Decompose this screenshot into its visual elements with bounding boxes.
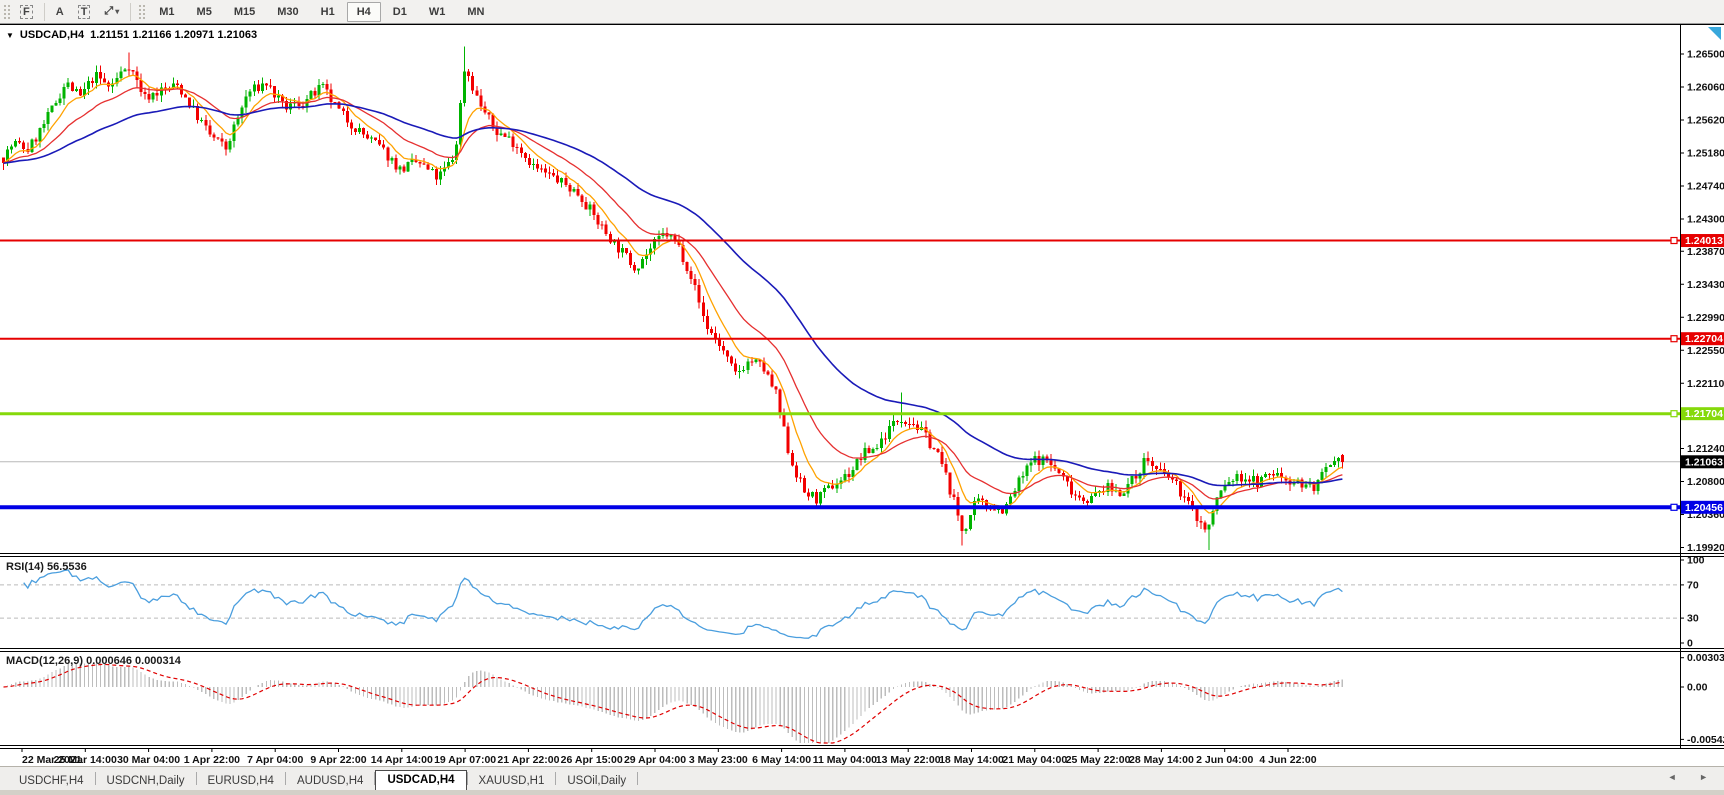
toolbar-drag-handle[interactable] bbox=[138, 4, 145, 20]
date-tick-label: 14 Apr 14:00 bbox=[371, 754, 433, 766]
price-tick-label: 1.25180 bbox=[1687, 148, 1724, 160]
bottom-strip bbox=[0, 790, 1724, 795]
text-t-glyph: T bbox=[78, 5, 91, 19]
price-tick-label: 1.26500 bbox=[1687, 49, 1724, 61]
text-a-glyph: A bbox=[56, 6, 64, 18]
chart-title[interactable]: ▼ USDCAD,H4 1.21151 1.21166 1.20971 1.21… bbox=[6, 29, 257, 41]
hline-anchor bbox=[1671, 504, 1677, 510]
date-tick-label: 3 May 23:00 bbox=[689, 754, 748, 766]
chart-window: 1.26500 1.26060 1.25620 1.25180 1.24740 1.243… bbox=[0, 24, 1724, 766]
date-tick-label: 2 Jun 04:00 bbox=[1196, 754, 1253, 766]
timeframe-button-m5[interactable]: M5 bbox=[187, 2, 222, 22]
tab-scroll-left-icon[interactable]: ◄ bbox=[1668, 772, 1687, 782]
chart-scroll-marker-icon[interactable] bbox=[1708, 27, 1721, 40]
date-tick-label: 26 Apr 15:00 bbox=[561, 754, 623, 766]
rsi-tick-label: 70 bbox=[1687, 579, 1699, 591]
date-tick-label: 7 Apr 04:00 bbox=[247, 754, 303, 766]
hline-anchor bbox=[1671, 238, 1677, 244]
hline-price-label-text: 1.24013 bbox=[1685, 235, 1723, 247]
price-tick-label: 1.26060 bbox=[1687, 82, 1724, 94]
timeframe-button-d1[interactable]: D1 bbox=[383, 2, 417, 22]
macd-tick-label: 0.00 bbox=[1687, 682, 1708, 694]
macd-indicator-label: MACD(12,26,9) 0.000646 0.000314 bbox=[6, 655, 181, 667]
toolbar-separator bbox=[44, 3, 45, 21]
date-tick-label: 30 Mar 04:00 bbox=[117, 754, 180, 766]
symbol-tab-xauusd[interactable]: XAUUSD,H1 bbox=[468, 772, 556, 791]
timeframe-button-m15[interactable]: M15 bbox=[224, 2, 265, 22]
hline-price-label-text: 1.22704 bbox=[1685, 333, 1723, 345]
text-a-icon[interactable]: A bbox=[50, 3, 70, 21]
timeframe-button-h1[interactable]: H1 bbox=[311, 2, 345, 22]
date-tick-label: 1 Apr 22:00 bbox=[184, 754, 240, 766]
hline-price-label-text: 1.20456 bbox=[1685, 502, 1723, 514]
chart-dropdown-icon[interactable]: ▼ bbox=[6, 31, 14, 40]
hline-price-label-text: 1.21704 bbox=[1685, 408, 1723, 420]
timeframe-button-m30[interactable]: M30 bbox=[267, 2, 308, 22]
chart-f-glyph: F bbox=[20, 5, 33, 19]
symbol-tab-usdcnh[interactable]: USDCNH,Daily bbox=[96, 772, 196, 791]
date-tick-label: 25 May 22:00 bbox=[1066, 754, 1131, 766]
trading-terminal: F A T ⤢ ▾ M1M5M15M30H1H4D1W1MN 1.265001.… bbox=[0, 0, 1724, 795]
current-price-label-text: 1.21063 bbox=[1685, 456, 1723, 468]
symbol-tab-usoil[interactable]: USOil,Daily bbox=[556, 772, 637, 791]
timeframe-button-w1[interactable]: W1 bbox=[419, 2, 456, 22]
toolbar-drag-handle[interactable] bbox=[3, 4, 10, 20]
date-tick-label: 18 May 14:00 bbox=[939, 754, 1004, 766]
symbol-tab-audusd[interactable]: AUDUSD,H4 bbox=[286, 772, 374, 791]
top-toolbar: F A T ⤢ ▾ M1M5M15M30H1H4D1W1MN bbox=[0, 0, 1724, 24]
tab-scroll-right-icon[interactable]: ► bbox=[1699, 772, 1718, 782]
timeframe-button-h4[interactable]: H4 bbox=[347, 2, 381, 22]
chevron-down-icon: ▾ bbox=[115, 7, 119, 16]
date-tick-label: 6 May 14:00 bbox=[752, 754, 811, 766]
style-arrows-icon[interactable]: ⤢ ▾ bbox=[98, 2, 125, 21]
date-tick-label: 21 May 04:00 bbox=[1002, 754, 1067, 766]
hline-anchor bbox=[1671, 336, 1677, 342]
chart-symbol-label: USDCAD,H4 bbox=[20, 29, 84, 41]
price-tick-label: 1.23870 bbox=[1687, 246, 1724, 258]
symbol-tab-bar: USDCHF,H4USDCNH,DailyEURUSD,H4AUDUSD,H4U… bbox=[0, 766, 1724, 791]
chart-ohlc-values: 1.21151 1.21166 1.20971 1.21063 bbox=[90, 29, 257, 41]
text-t-icon[interactable]: T bbox=[72, 2, 97, 22]
price-tick-label: 1.22990 bbox=[1687, 312, 1724, 324]
price-chart[interactable]: 1.26500 1.26060 1.25620 1.25180 1.24740 1.243… bbox=[0, 24, 1724, 766]
tab-scroll-arrows: ◄ ► bbox=[1668, 772, 1718, 782]
price-tick-label: 1.19920 bbox=[1687, 542, 1724, 554]
symbol-tab-usdchf[interactable]: USDCHF,H4 bbox=[8, 772, 95, 791]
date-tick-label: 13 May 22:00 bbox=[876, 754, 941, 766]
price-tick-label: 1.25620 bbox=[1687, 115, 1724, 127]
date-tick-label: 11 May 04:00 bbox=[813, 754, 877, 766]
rsi-tick-label: 30 bbox=[1687, 613, 1699, 625]
date-tick-label: 21 Apr 22:00 bbox=[497, 754, 559, 766]
price-tick-label: 1.21240 bbox=[1687, 443, 1724, 455]
price-tick-label: 1.23430 bbox=[1687, 279, 1724, 291]
price-tick-label: 1.24740 bbox=[1687, 181, 1724, 193]
toolbar-separator bbox=[130, 3, 131, 21]
date-tick-label: 4 Jun 22:00 bbox=[1259, 754, 1316, 766]
chart-f-icon[interactable]: F bbox=[14, 2, 39, 22]
hline-anchor bbox=[1671, 411, 1677, 417]
date-tick-label: 9 Apr 22:00 bbox=[310, 754, 366, 766]
rsi-indicator-label: RSI(14) 56.5536 bbox=[6, 561, 87, 573]
tab-separator bbox=[637, 772, 638, 785]
date-tick-label: 25 Mar 14:00 bbox=[54, 754, 117, 766]
timeframe-button-mn[interactable]: MN bbox=[457, 2, 494, 22]
macd-tick-label: -0.005429 bbox=[1687, 734, 1724, 746]
date-tick-label: 28 May 14:00 bbox=[1129, 754, 1194, 766]
tabs-container: USDCHF,H4USDCNH,DailyEURUSD,H4AUDUSD,H4U… bbox=[8, 768, 638, 791]
arrows-glyph: ⤢ bbox=[104, 5, 113, 18]
price-tick-label: 1.20800 bbox=[1687, 476, 1724, 488]
timeframe-button-m1[interactable]: M1 bbox=[149, 2, 184, 22]
symbol-tab-usdcad[interactable]: USDCAD,H4 bbox=[375, 770, 466, 791]
symbol-tab-eurusd[interactable]: EURUSD,H4 bbox=[197, 772, 285, 791]
date-tick-label: 19 Apr 07:00 bbox=[434, 754, 496, 766]
date-tick-label: 29 Apr 04:00 bbox=[624, 754, 686, 766]
price-tick-label: 1.22110 bbox=[1687, 378, 1724, 390]
rsi-tick-label: 0 bbox=[1687, 638, 1693, 650]
price-tick-label: 1.22550 bbox=[1687, 345, 1724, 357]
timeframe-button-group: M1M5M15M30H1H4D1W1MN bbox=[148, 2, 495, 22]
price-tick-label: 1.24300 bbox=[1687, 214, 1724, 226]
macd-tick-label: 0.003035 bbox=[1687, 652, 1724, 664]
rsi-tick-label: 100 bbox=[1687, 555, 1705, 567]
